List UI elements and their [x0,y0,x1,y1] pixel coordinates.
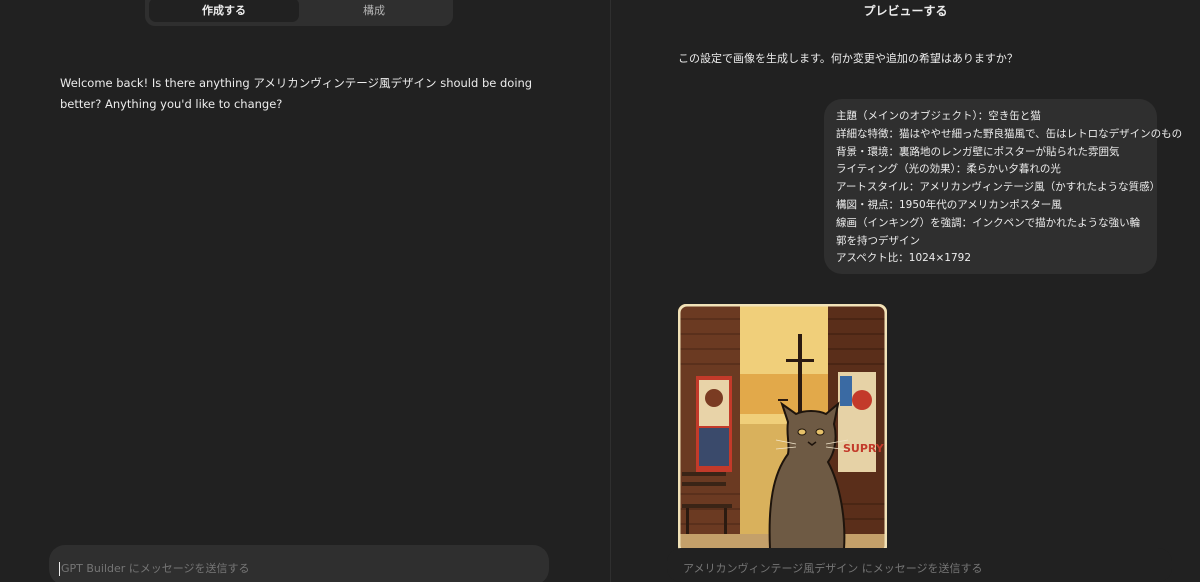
builder-tabs: 作成する 構成 [145,0,453,26]
builder-message-input[interactable] [59,562,539,576]
generated-image[interactable]: SUPRY [678,304,887,554]
builder-welcome-message: Welcome back! Is there anything アメリカンヴィン… [60,76,533,111]
user-message-bubble: 主題（メインのオブジェクト）：空き缶と猫 詳細な特徴：猫はややせ細った野良猫風で… [824,99,1183,274]
user-message-line: 詳細な特徴：猫はややせ細った野良猫風で、缶はレトロなデザインのもの [836,127,1183,140]
poster-text: SUPRY [843,442,885,455]
user-message-line: ライティング（光の効果）：柔らかい夕暮れの光 [836,163,1061,176]
builder-composer [49,545,549,582]
user-message-line: 線画（インキング）を強調：インクペンで描かれたような強い輪郭を持つデザイン [836,216,1141,247]
tab-create[interactable]: 作成する [149,0,299,22]
builder-pane: 作成する 構成 Welcome back! Is there anything … [0,0,610,582]
preview-pane: プレビューする この設定で画像を生成します。何か変更や追加の希望はありますか？ … [611,0,1200,582]
user-message-line: アスペクト比：1024×1792 [836,252,972,265]
user-message-line: アートスタイル：アメリカンヴィンテージ風（かすれたような質感） [836,181,1161,194]
user-message-line: 構図・視点：1950年代のアメリカンポスター風 [836,198,1062,211]
preview-title: プレビューする [863,4,948,18]
user-message-line: 主題（メインのオブジェクト）：空き缶と猫 [836,110,1041,122]
user-message-line: 背景・環境：裏路地のレンガ壁にポスターが貼られた雰囲気 [836,145,1120,158]
tab-configure[interactable]: 構成 [299,0,449,22]
assistant-message: この設定で画像を生成します。何か変更や追加の希望はありますか？ [678,52,1018,65]
preview-composer [667,548,1172,582]
preview-message-input[interactable] [683,562,1156,575]
